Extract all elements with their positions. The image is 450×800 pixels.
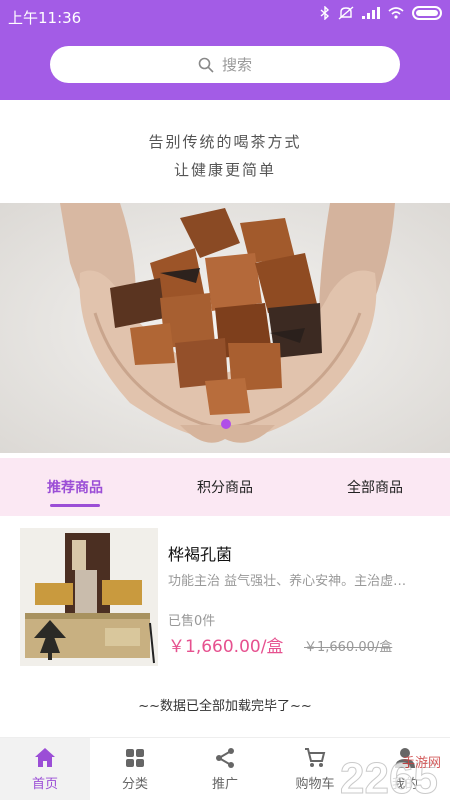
status-time: 上午11:36 [8,9,82,27]
home-icon [35,748,55,767]
cart-icon [305,748,326,767]
carousel-indicator-dot[interactable] [221,419,231,429]
bluetooth-icon [320,6,330,20]
tab-points[interactable]: 积分商品 [150,458,300,516]
banner-image[interactable] [0,203,450,453]
product-original-price: ￥1,660.00/盒 [304,640,393,655]
product-name: 桦褐孔菌 [168,545,233,564]
tab-recommended[interactable]: 推荐商品 [0,458,150,516]
grid-icon [126,749,144,767]
status-bar: 上午11:36 [0,0,450,32]
load-complete-tip: ~~数据已全部加载完毕了~~ [138,699,312,714]
product-tabs: 推荐商品 积分商品 全部商品 [0,458,450,516]
nav-item-home[interactable]: 首页 [0,738,90,800]
product-description: 功能主治 益气强壮、养心安神。主治虚… [168,574,407,589]
product-image [20,528,158,666]
nav-label: 分类 [121,777,148,792]
nav-label: 首页 [31,777,58,792]
mute-icon [338,6,354,20]
status-icons [320,6,442,20]
share-icon [216,748,234,768]
battery-icon [412,6,442,20]
search-icon [198,57,214,73]
nav-label: 推广 [211,777,238,792]
nav-item-category[interactable]: 分类 [90,738,180,800]
product-sold-count: 已售0件 [168,614,216,629]
slogan-line-2: 让健康更简单 [173,160,276,179]
wifi-icon [388,7,404,19]
search-placeholder: 搜索 [221,56,252,74]
slogan: 告别传统的喝茶方式 让健康更简单 [0,100,450,203]
site-watermark-logo: 2265 手游网 [340,754,441,800]
hands-holding-chaga-illustration [0,203,450,453]
app-header: 上午11:36 搜索 [0,0,450,100]
product-price: ￥1,660.00/盒 [168,637,284,657]
slogan-line-1: 告别传统的喝茶方式 [148,132,302,151]
product-card[interactable]: 桦褐孔菌 功能主治 益气强壮、养心安神。主治虚… 已售0件 ￥1,660.00/… [0,516,450,676]
nav-item-promote[interactable]: 推广 [180,738,270,800]
signal-icon [362,7,380,19]
nav-label: 购物车 [295,777,335,792]
tab-all[interactable]: 全部商品 [300,458,450,516]
svg-text:手游网: 手游网 [402,756,441,771]
search-input[interactable]: 搜索 [50,46,400,83]
